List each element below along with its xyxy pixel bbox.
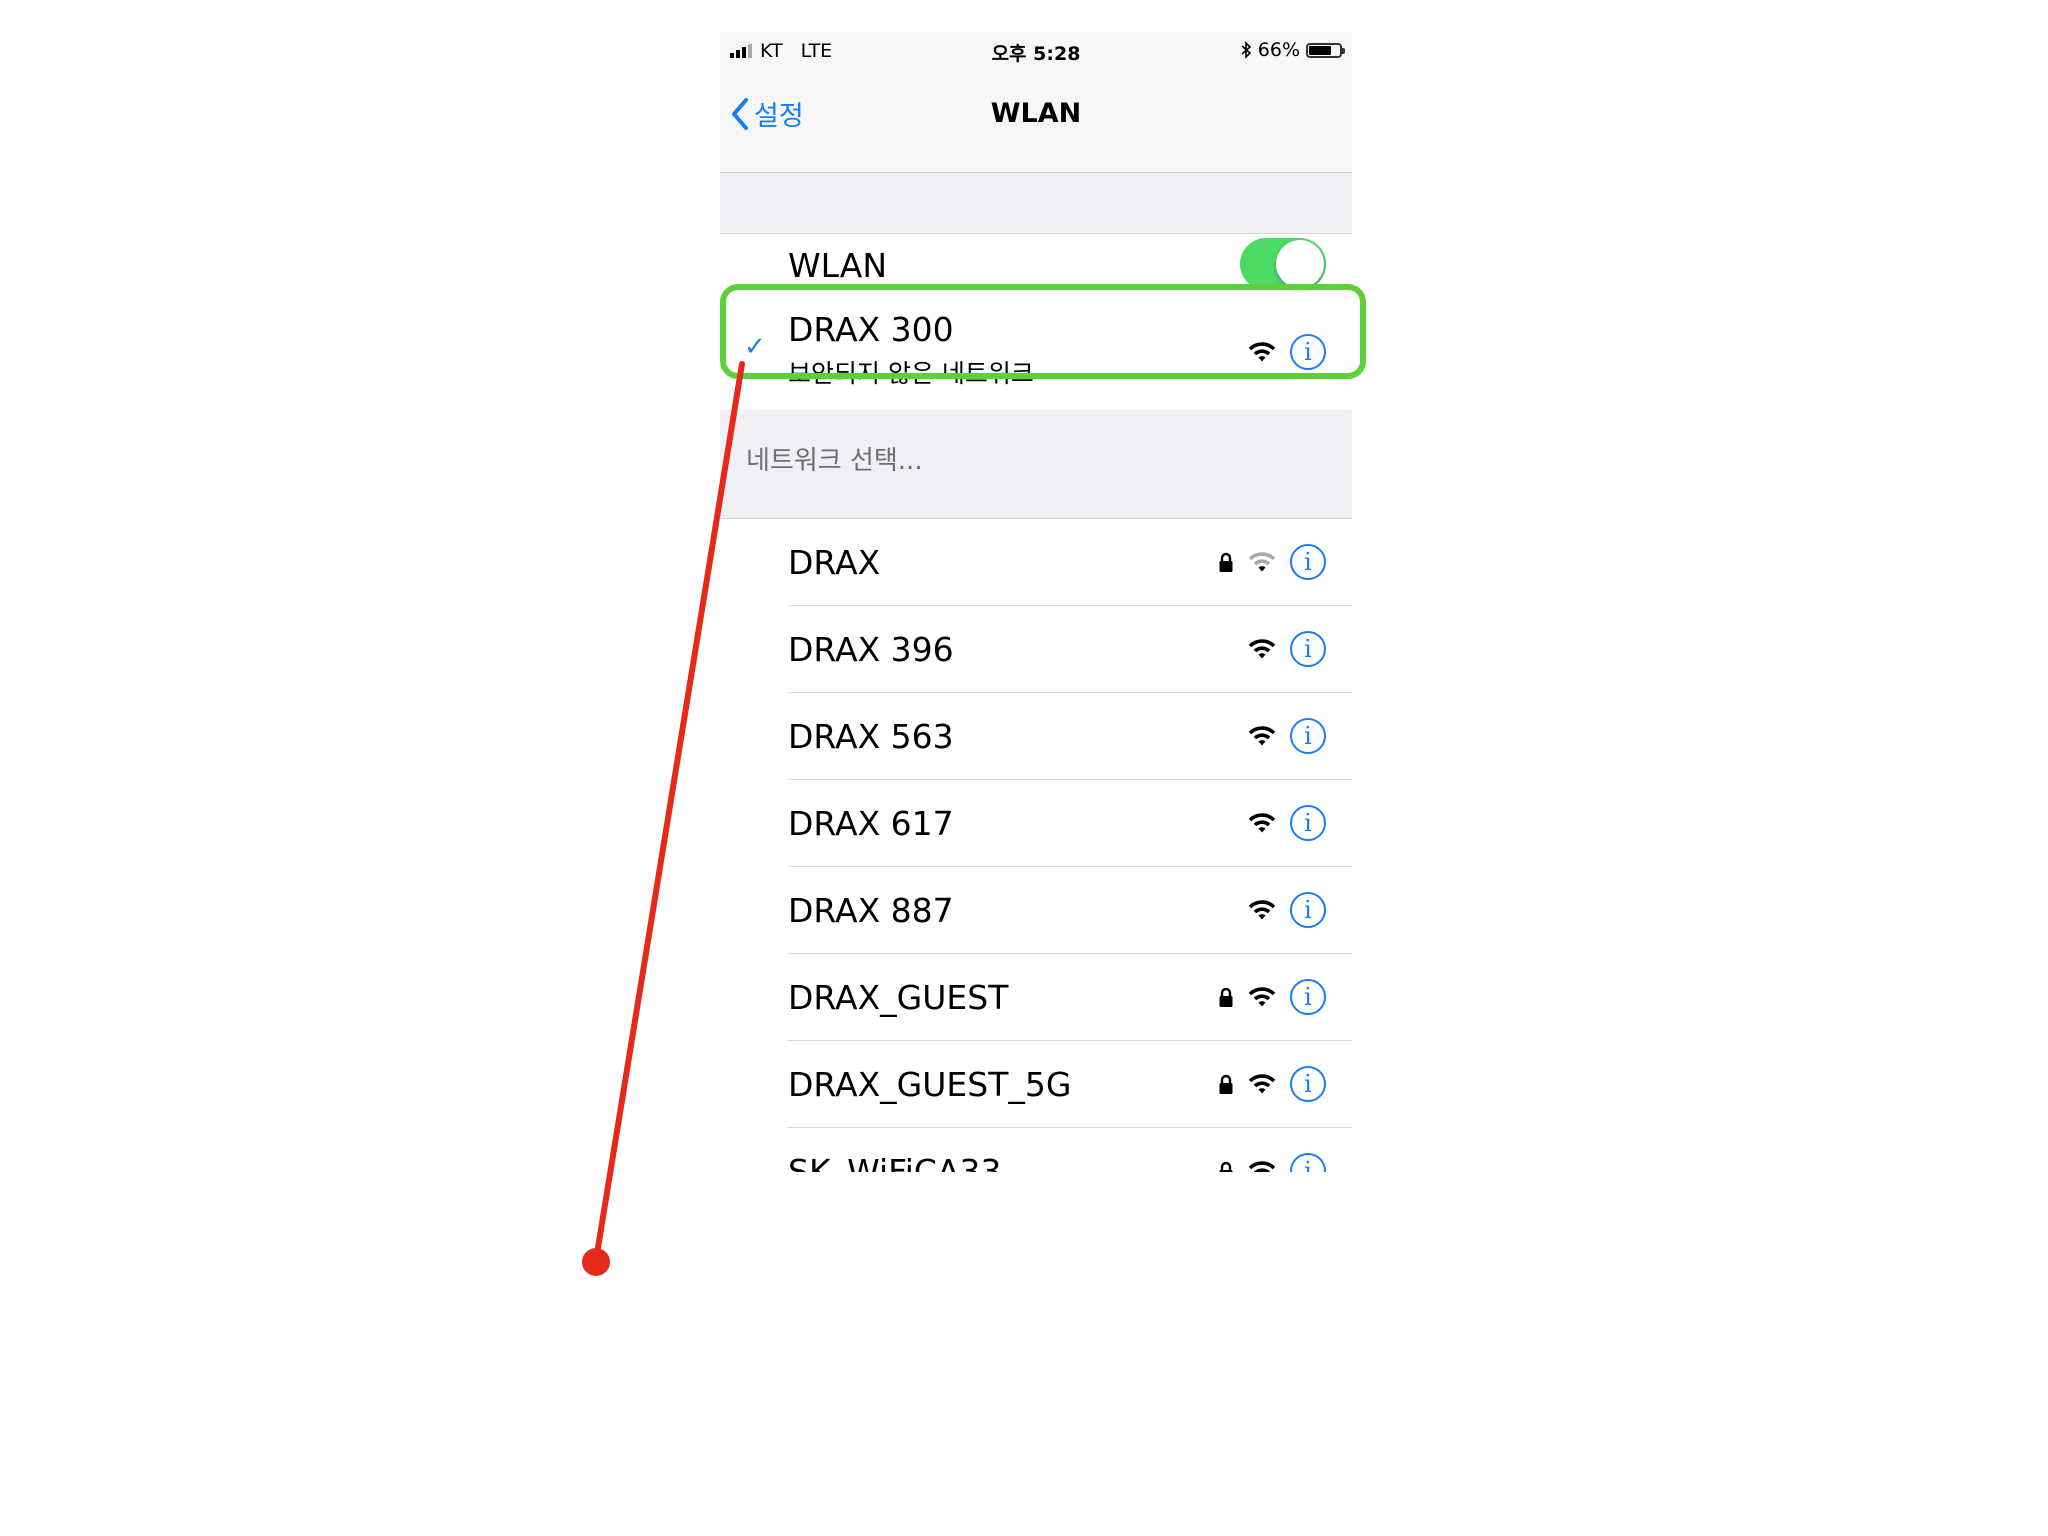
bluetooth-icon	[1241, 41, 1251, 59]
network-row[interactable]: DRAX i	[720, 519, 1352, 606]
network-icons: i	[1218, 805, 1326, 841]
info-button[interactable]: i	[1290, 1153, 1326, 1172]
wifi-signal-icon	[1248, 1161, 1276, 1172]
network-icons: i	[1218, 718, 1326, 754]
info-button[interactable]: i	[1290, 892, 1326, 928]
lock-icon	[1219, 1161, 1233, 1172]
info-button[interactable]: i	[1290, 1066, 1326, 1102]
connected-network-icons: i	[1248, 334, 1326, 370]
info-button[interactable]: i	[1290, 631, 1326, 667]
status-right: 66%	[1240, 39, 1345, 61]
network-name: DRAX_GUEST	[788, 978, 1009, 1017]
network-row[interactable]: DRAX 396 i	[720, 606, 1352, 693]
wifi-signal-icon	[1248, 726, 1276, 746]
wifi-signal-icon	[1248, 639, 1276, 659]
network-icons: i	[1218, 631, 1326, 667]
network-row[interactable]: DRAX_GUEST i	[720, 954, 1352, 1041]
wifi-signal-icon	[1248, 900, 1276, 920]
navigation-bar: 설정 WLAN	[720, 72, 1352, 173]
network-row[interactable]: DRAX 563 i	[720, 693, 1352, 780]
network-icons: i	[1218, 1153, 1326, 1172]
info-button[interactable]: i	[1290, 334, 1326, 370]
info-button[interactable]: i	[1290, 544, 1326, 580]
info-button[interactable]: i	[1290, 718, 1326, 754]
wifi-signal-icon	[1248, 813, 1276, 833]
battery-percent: 66%	[1257, 39, 1300, 61]
network-icons: i	[1218, 1066, 1326, 1102]
wifi-signal-icon	[1248, 987, 1276, 1007]
connected-network-status: 보안되지 않은 네트워크	[788, 359, 1034, 388]
wlan-toggle-label: WLAN	[788, 246, 888, 285]
network-row[interactable]: DRAX_GUEST_5G i	[720, 1041, 1352, 1128]
wlan-toggle-switch[interactable]	[1240, 238, 1326, 290]
lock-icon	[1219, 552, 1233, 572]
network-name: DRAX 887	[788, 891, 954, 930]
wifi-signal-icon	[1248, 552, 1276, 572]
network-row[interactable]: SK_WiFiCA33 i	[720, 1128, 1352, 1172]
lock-icon	[1219, 1074, 1233, 1094]
page-title: WLAN	[990, 98, 1082, 129]
annotation-dot	[582, 1248, 610, 1276]
network-name: SK_WiFiCA33	[788, 1152, 1002, 1172]
section-spacer	[720, 173, 1352, 234]
wlan-toggle-row: WLAN	[720, 234, 1352, 294]
info-button[interactable]: i	[1290, 979, 1326, 1015]
battery-icon	[1306, 42, 1345, 58]
lock-icon	[1219, 987, 1233, 1007]
wifi-signal-icon	[1248, 342, 1276, 362]
wlan-settings-screen: KT LTE 오후 5:28 66% 설정 WLAN WLAN ✓ DRAX 3…	[720, 32, 1352, 1172]
network-icons: i	[1218, 979, 1326, 1015]
network-name: DRAX 563	[788, 717, 954, 756]
network-row[interactable]: DRAX 617 i	[720, 780, 1352, 867]
network-icons: i	[1218, 544, 1326, 580]
wifi-signal-icon	[1248, 1074, 1276, 1094]
checkmark-icon: ✓	[744, 332, 766, 362]
network-name: DRAX_GUEST_5G	[788, 1065, 1072, 1104]
status-bar: KT LTE 오후 5:28 66%	[720, 32, 1352, 72]
network-icons: i	[1218, 892, 1326, 928]
network-row[interactable]: DRAX 887 i	[720, 867, 1352, 954]
network-name: DRAX 617	[788, 804, 954, 843]
info-button[interactable]: i	[1290, 805, 1326, 841]
network-name: DRAX 396	[788, 630, 954, 669]
network-name: DRAX	[788, 543, 881, 582]
connected-network-row[interactable]: ✓ DRAX 300 보안되지 않은 네트워크 i	[720, 294, 1352, 410]
connected-network-name: DRAX 300	[788, 310, 954, 349]
choose-network-header: 네트워크 선택...	[746, 446, 923, 476]
